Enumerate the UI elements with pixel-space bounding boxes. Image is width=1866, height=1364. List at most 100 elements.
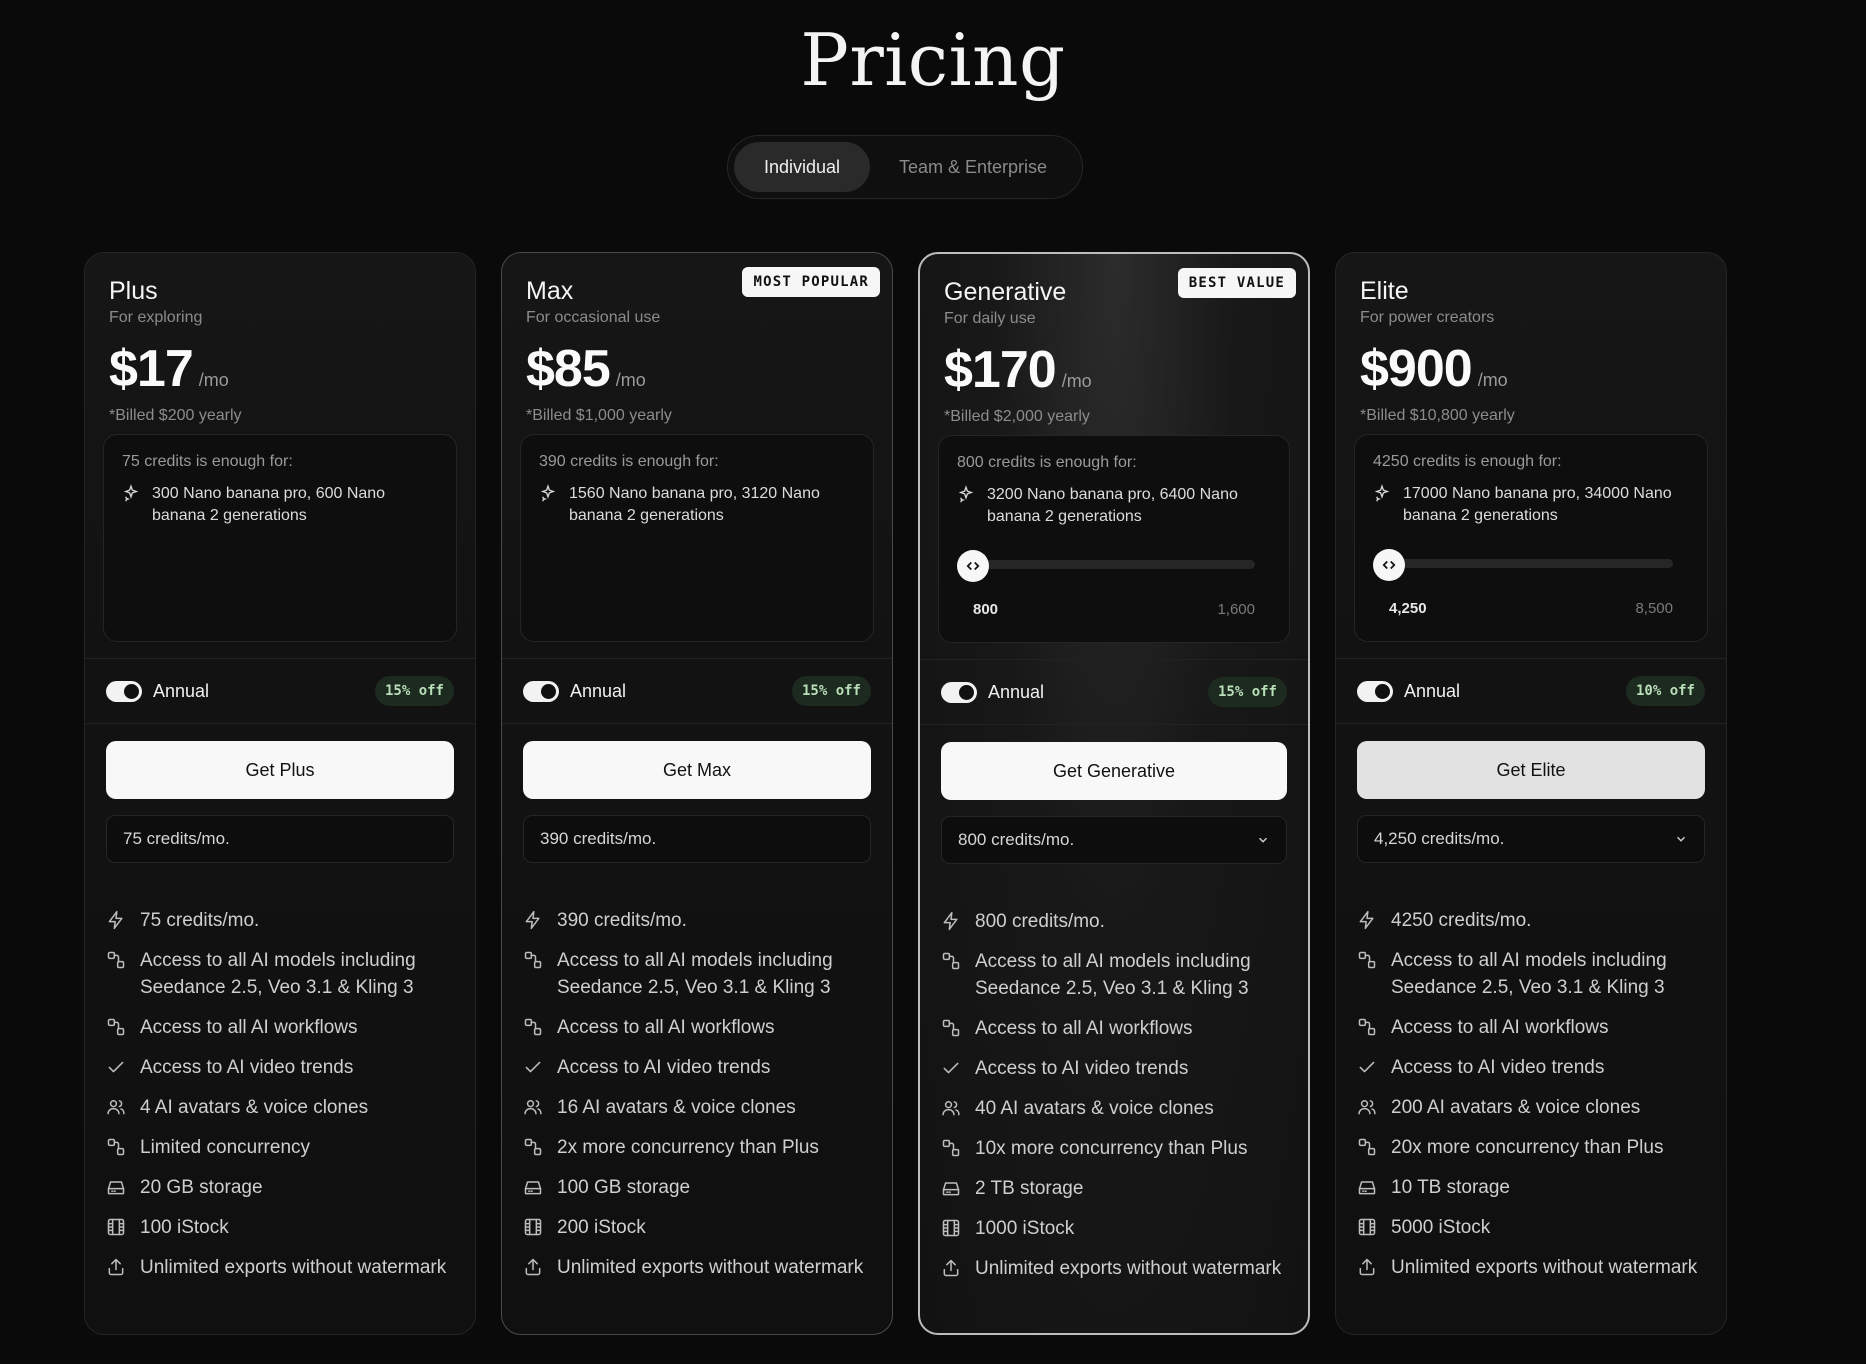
plan-card-max: MOST POPULAR Max For occasional use $85 … — [501, 252, 893, 1335]
feature-text: 4250 credits/mo. — [1391, 910, 1532, 931]
tab-team-enterprise[interactable]: Team & Enterprise — [870, 142, 1076, 192]
feature-item: Access to AI video trends — [523, 1054, 872, 1081]
credit-usage-line: 300 Nano banana pro, 600 Nano banana 2 g… — [152, 485, 386, 524]
feature-text: 16 AI avatars & voice clones — [557, 1097, 796, 1118]
feature-item: 800 credits/mo. — [941, 908, 1288, 935]
users-icon — [106, 1097, 126, 1117]
slider-min-value: 800 — [973, 601, 999, 618]
annual-toggle[interactable] — [106, 680, 142, 702]
plan-card-generative: BEST VALUE Generative For daily use $170… — [918, 252, 1310, 1335]
workflow-icon — [1357, 1017, 1377, 1037]
feature-list: 800 credits/mo. Access to all AI models i… — [941, 908, 1288, 1295]
discount-badge: 15% off — [374, 676, 454, 706]
credit-usage-line: 3200 Nano banana pro, 6400 Nano banana 2… — [987, 486, 1238, 525]
export-icon — [106, 1257, 126, 1277]
sparkle-icon — [957, 484, 977, 528]
storage-icon — [523, 1177, 543, 1197]
credit-usage-line: 1560 Nano banana pro, 3120 Nano banana 2… — [569, 485, 820, 524]
feature-text: 100 iStock — [140, 1217, 229, 1238]
discount-badge: 15% off — [791, 676, 871, 706]
feature-text: Access to all AI workflows — [140, 1017, 358, 1038]
feature-item: Access to all AI models including Seedan… — [106, 947, 455, 1001]
feature-item: Access to AI video trends — [1357, 1054, 1706, 1081]
plan-price: $900 — [1360, 340, 1473, 398]
page-title: Pricing — [800, 18, 1066, 102]
feature-text: 2x more concurrency than Plus — [557, 1137, 819, 1158]
credits-select[interactable]: 390 credits/mo. — [523, 815, 871, 863]
workflow-icon — [106, 950, 126, 970]
feature-text: Unlimited exports without watermark — [975, 1258, 1282, 1279]
slider-min-value: 4,250 — [1389, 600, 1427, 617]
annual-toggle[interactable] — [1357, 680, 1393, 702]
annual-toggle[interactable] — [523, 680, 559, 702]
feature-item: Access to all AI models including Seedan… — [523, 947, 872, 1001]
annual-label: Annual — [1404, 680, 1461, 701]
slider-track[interactable] — [1379, 559, 1673, 568]
plan-subtitle: For exploring — [109, 309, 203, 326]
feature-item: 2x more concurrency than Plus — [523, 1134, 872, 1161]
feature-item: Access to all AI workflows — [106, 1014, 455, 1041]
feature-text: Limited concurrency — [140, 1137, 311, 1158]
credits-select[interactable]: 4,250 credits/mo. — [1357, 815, 1705, 863]
credit-usage-title: 4250 credits is enough for: — [1373, 453, 1562, 470]
feature-text: 75 credits/mo. — [140, 910, 260, 931]
feature-item: 200 AI avatars & voice clones — [1357, 1094, 1706, 1121]
credit-usage-title: 75 credits is enough for: — [122, 453, 293, 470]
credits-select[interactable]: 75 credits/mo. — [106, 815, 454, 863]
sparkle-icon — [539, 483, 559, 527]
slider-track[interactable] — [963, 560, 1255, 569]
plan-subtitle: For daily use — [944, 310, 1036, 327]
get-elite-button[interactable]: Get Elite — [1357, 741, 1705, 799]
feature-item: 10 TB storage — [1357, 1174, 1706, 1201]
slider-thumb[interactable] — [1373, 549, 1405, 581]
credits-slider[interactable] — [957, 550, 1255, 582]
plan-type-switch: Individual Team & Enterprise — [727, 135, 1083, 199]
feature-item: 200 iStock — [523, 1214, 872, 1241]
workflow-icon — [1357, 1137, 1377, 1157]
chevron-down-icon — [1674, 832, 1688, 846]
workflow-icon — [106, 1017, 126, 1037]
feature-text: 20x more concurrency than Plus — [1391, 1137, 1664, 1158]
plan-subtitle: For power creators — [1360, 309, 1495, 326]
feature-item: 2 TB storage — [941, 1175, 1288, 1202]
get-generative-button[interactable]: Get Generative — [941, 742, 1287, 800]
billing-toggle-row: Annual 15% off — [920, 659, 1308, 725]
feature-item: 1000 iStock — [941, 1215, 1288, 1242]
tab-individual[interactable]: Individual — [734, 142, 870, 192]
billing-note: *Billed $1,000 yearly — [526, 407, 672, 424]
feature-item: 20 GB storage — [106, 1174, 455, 1201]
workflow-icon — [523, 1017, 543, 1037]
feature-item: 10x more concurrency than Plus — [941, 1135, 1288, 1162]
credits-slider[interactable] — [1373, 549, 1673, 581]
best-value-badge: BEST VALUE — [1177, 268, 1296, 298]
check-icon — [106, 1057, 126, 1077]
get-plus-button[interactable]: Get Plus — [106, 741, 454, 799]
credits-select[interactable]: 800 credits/mo. — [941, 816, 1287, 864]
feature-text: 100 GB storage — [557, 1177, 691, 1198]
feature-item: Access to all AI workflows — [523, 1014, 872, 1041]
slider-thumb[interactable] — [957, 550, 989, 582]
feature-text: Access to all AI models including Seedan… — [140, 950, 416, 998]
feature-text: 10x more concurrency than Plus — [975, 1138, 1248, 1159]
credit-usage-box: 4250 credits is enough for: 17000 Nano b… — [1354, 434, 1708, 642]
feature-text: Unlimited exports without watermark — [140, 1257, 447, 1278]
bolt-icon — [1357, 910, 1377, 930]
annual-toggle[interactable] — [941, 681, 977, 703]
workflow-icon — [941, 1018, 961, 1038]
billing-toggle-row: Annual 15% off — [502, 658, 892, 724]
slider-max-value: 1,600 — [1217, 601, 1255, 618]
feature-item: 16 AI avatars & voice clones — [523, 1094, 872, 1121]
feature-text: Unlimited exports without watermark — [1391, 1257, 1698, 1278]
get-max-button[interactable]: Get Max — [523, 741, 871, 799]
feature-text: 20 GB storage — [140, 1177, 263, 1198]
credits-select-value: 800 credits/mo. — [958, 830, 1075, 849]
feature-item: Access to all AI workflows — [941, 1015, 1288, 1042]
workflow-icon — [106, 1137, 126, 1157]
feature-item: 100 GB storage — [523, 1174, 872, 1201]
workflow-icon — [1357, 950, 1377, 970]
plan-subtitle: For occasional use — [526, 309, 661, 326]
billing-note: *Billed $2,000 yearly — [944, 408, 1090, 425]
export-icon — [941, 1258, 961, 1278]
film-icon — [941, 1218, 961, 1238]
plan-name: Plus — [109, 277, 158, 305]
